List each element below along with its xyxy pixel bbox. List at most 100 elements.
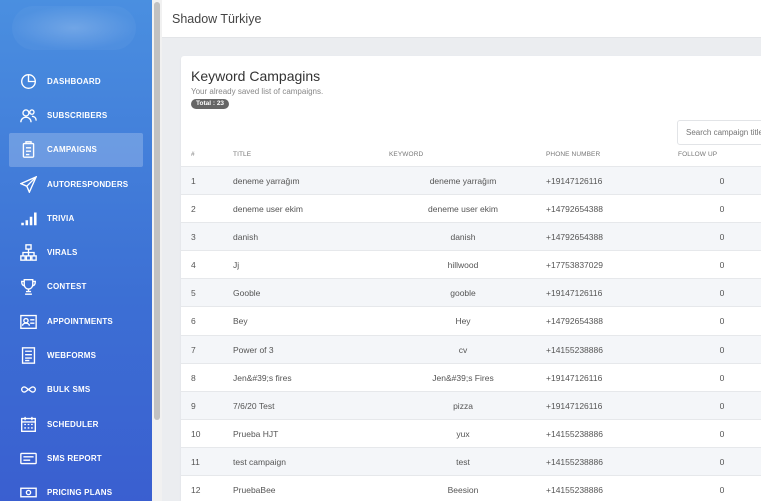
cell-number: 8 <box>191 372 196 383</box>
cell-phone: +19147126116 <box>546 372 603 383</box>
col-header-number: # <box>191 151 195 158</box>
table-row[interactable]: 6 Bey Hey +14792654388 0 <box>181 306 761 334</box>
topbar: Shadow Türkiye <box>162 0 761 38</box>
cell-title: danish <box>233 232 259 243</box>
sidebar-item-webforms[interactable]: WEBFORMS <box>0 338 152 372</box>
cell-number: 10 <box>191 428 201 439</box>
cell-phone: +14792654388 <box>546 316 603 327</box>
cell-keyword: hillwood <box>447 260 479 271</box>
sidebar-scrollbar[interactable] <box>152 0 162 501</box>
cell-keyword: danish <box>450 232 476 243</box>
cell-number: 5 <box>191 288 196 299</box>
table-row[interactable]: 12 PruebaBee Beesion +14155238886 0 <box>181 475 761 501</box>
cell-number: 4 <box>191 260 196 271</box>
sidebar-item-label: VIRALS <box>47 248 78 258</box>
cell-title: test campaign <box>233 456 286 467</box>
cell-keyword: gooble <box>450 288 476 299</box>
clipboard-icon <box>18 140 38 160</box>
sidebar-item-virals[interactable]: VIRALS <box>0 235 152 269</box>
cell-title: PruebaBee <box>233 485 276 496</box>
table-row[interactable]: 9 7/6/20 Test pizza +19147126116 0 <box>181 390 761 419</box>
cell-title: Bey <box>233 316 248 327</box>
calendar-icon <box>18 414 38 434</box>
sidebar-nav: DASHBOARD SUBSCRIBERS CAMPAIGNS AUTORESPOND… <box>0 64 152 501</box>
table-row[interactable]: 8 Jen&#39;s fires Jen&#39;s Fires +19147126… <box>181 362 761 391</box>
sidebar-item-subscribers[interactable]: SUBSCRIBERS <box>0 98 152 132</box>
table-header: # TITLE KEYWORD PHONE NUMBER FOLLOW UP <box>181 151 761 165</box>
sidebar-item-label: SUBSCRIBERS <box>47 110 108 120</box>
sms-icon <box>18 448 38 468</box>
cell-followup: 0 <box>719 372 725 383</box>
sidebar-item-label: WEBFORMS <box>47 351 97 361</box>
cell-number: 1 <box>191 176 196 186</box>
col-header-phone: PHONE NUMBER <box>546 151 601 158</box>
signal-bars-icon <box>18 208 38 228</box>
cell-keyword: Hey <box>455 316 471 327</box>
cell-number: 9 <box>191 400 196 411</box>
sidebar-item-autoresponders[interactable]: AUTORESPONDERS <box>0 167 152 201</box>
cell-number: 6 <box>191 316 196 327</box>
trophy-icon <box>18 277 38 297</box>
table-row[interactable]: 4 Jj hillwood +17753837029 0 <box>181 250 761 278</box>
cell-followup: 0 <box>719 288 725 299</box>
cell-title: deneme yarrağım <box>233 176 300 186</box>
sidebar-item-campaigns[interactable]: CAMPAIGNS <box>9 132 143 167</box>
sidebar-item-label: SCHEDULER <box>47 419 99 429</box>
table-row[interactable]: 10 Prueba HJT yux +14155238886 0 <box>181 418 761 447</box>
col-header-followup: FOLLOW UP <box>678 151 718 158</box>
cell-followup: 0 <box>719 456 725 467</box>
table-row[interactable]: 5 Gooble gooble +19147126116 0 <box>181 278 761 307</box>
sidebar-item-label: SMS REPORT <box>47 453 102 463</box>
sidebar-item-contest[interactable]: CONTEST <box>0 270 152 304</box>
cell-phone: +14155238886 <box>546 485 603 496</box>
cell-phone: +14155238886 <box>546 344 603 355</box>
sidebar-item-scheduler[interactable]: SCHEDULER <box>0 407 152 441</box>
paper-plane-icon <box>18 174 38 194</box>
scrollbar-thumb[interactable] <box>154 2 160 420</box>
sidebar-item-label: BULK SMS <box>47 385 91 395</box>
page-title: Keyword Campagins <box>191 68 321 84</box>
table-row[interactable]: 3 danish danish +14792654388 0 <box>181 222 761 251</box>
cell-phone: +17753837029 <box>546 260 603 271</box>
sidebar-item-dashboard[interactable]: DASHBOARD <box>0 64 152 98</box>
campaigns-card: Keyword Campagins Your already saved lis… <box>181 56 761 501</box>
sidebar-item-bulk-sms[interactable]: BULK SMS <box>0 373 152 407</box>
cell-followup: 0 <box>719 232 725 243</box>
dashboard-icon <box>18 71 38 91</box>
sidebar-item-appointments[interactable]: APPOINTMENTS <box>0 304 152 338</box>
cell-followup: 0 <box>719 316 725 327</box>
sidebar-item-label: CONTEST <box>47 282 87 292</box>
cell-phone: +14155238886 <box>546 456 603 467</box>
cell-number: 7 <box>191 344 196 355</box>
search-input[interactable] <box>677 120 761 145</box>
cell-keyword: Jen&#39;s Fires <box>432 372 494 383</box>
sidebar-item-label: AUTORESPONDERS <box>47 179 129 189</box>
contact-card-icon <box>18 311 38 331</box>
sidebar-item-pricing-plans[interactable]: PRICING PLANS <box>0 476 152 501</box>
cell-followup: 0 <box>719 400 725 411</box>
table-row[interactable]: 7 Power of 3 cv +14155238886 0 <box>181 334 761 363</box>
table-row[interactable]: 2 deneme user ekim deneme user ekim +147926… <box>181 194 761 222</box>
app-title: Shadow Türkiye <box>172 12 262 26</box>
cell-followup: 0 <box>719 428 725 439</box>
table-body: 1 deneme yarrağım deneme yarrağım +19147126… <box>181 166 761 501</box>
cell-title: Prueba HJT <box>233 428 279 439</box>
cell-title: 7/6/20 Test <box>233 400 275 411</box>
cell-phone: +14792654388 <box>546 204 603 215</box>
cell-phone: +14155238886 <box>546 428 603 439</box>
infinity-icon <box>18 380 38 400</box>
cell-title: Jj <box>233 260 240 271</box>
cell-number: 2 <box>191 204 196 215</box>
cell-keyword: test <box>456 456 470 467</box>
total-badge: Total : 23 <box>191 99 230 109</box>
cell-phone: +19147126116 <box>546 288 603 299</box>
sidebar-item-sms-report[interactable]: SMS REPORT <box>0 441 152 475</box>
table-row[interactable]: 1 deneme yarrağım deneme yarrağım +19147126… <box>181 166 761 195</box>
brand-logo[interactable] <box>12 6 136 50</box>
table-row[interactable]: 11 test campaign test +14155238886 0 <box>181 446 761 476</box>
sidebar-item-label: DASHBOARD <box>47 76 101 86</box>
cell-keyword: Beesion <box>447 485 479 496</box>
cell-keyword: deneme yarrağım <box>429 176 497 186</box>
sidebar-item-trivia[interactable]: TRIVIA <box>0 201 152 235</box>
cell-followup: 0 <box>719 344 725 355</box>
